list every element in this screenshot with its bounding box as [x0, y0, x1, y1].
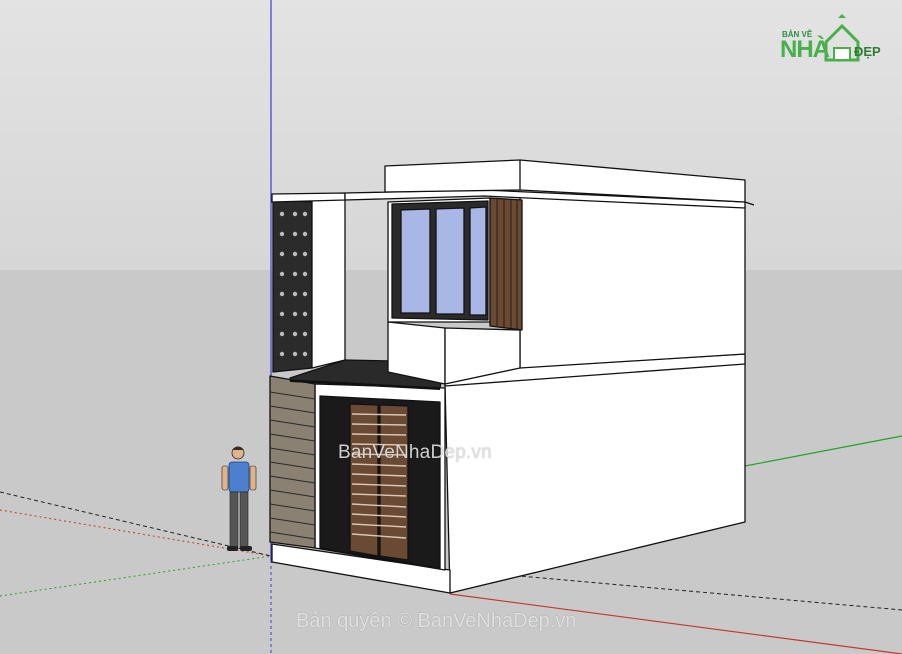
wood-door-leaf-left: [349, 403, 379, 557]
logo-dep-text: ĐẸP: [854, 44, 881, 59]
model-scene[interactable]: [0, 0, 902, 654]
roof-slab-front: [271, 192, 346, 203]
watermark-center: BanVeNhaDep.vn: [338, 442, 492, 463]
wood-cladding-column: [269, 375, 316, 549]
ground-floor-side-wall: [444, 355, 746, 594]
window-glass-middle: [435, 207, 465, 315]
window-glass-right: [469, 206, 487, 316]
watermark-copyright: Bản quyền © BanVeNhaDep.vn: [296, 610, 577, 632]
window-glass-left: [400, 208, 431, 314]
brand-logo: BẢN VẼ NHÀ ĐẸP: [780, 12, 890, 64]
screen-frame-pillar: [311, 197, 346, 369]
roof-tip: [744, 201, 755, 206]
axis-green-dashed: [0, 555, 272, 597]
sketchup-viewport[interactable]: BẢN VẼ NHÀ ĐẸP BanVeNhaDep.vn Bản quyền …: [0, 0, 902, 654]
axis-green: [744, 435, 902, 467]
upper-floor-side-wall: [519, 195, 746, 369]
house-model[interactable]: [269, 159, 755, 594]
scale-figure-person: [221, 446, 257, 551]
logo-nha-text: NHÀ: [780, 36, 830, 63]
decorative-breeze-block-screen: [272, 199, 313, 373]
